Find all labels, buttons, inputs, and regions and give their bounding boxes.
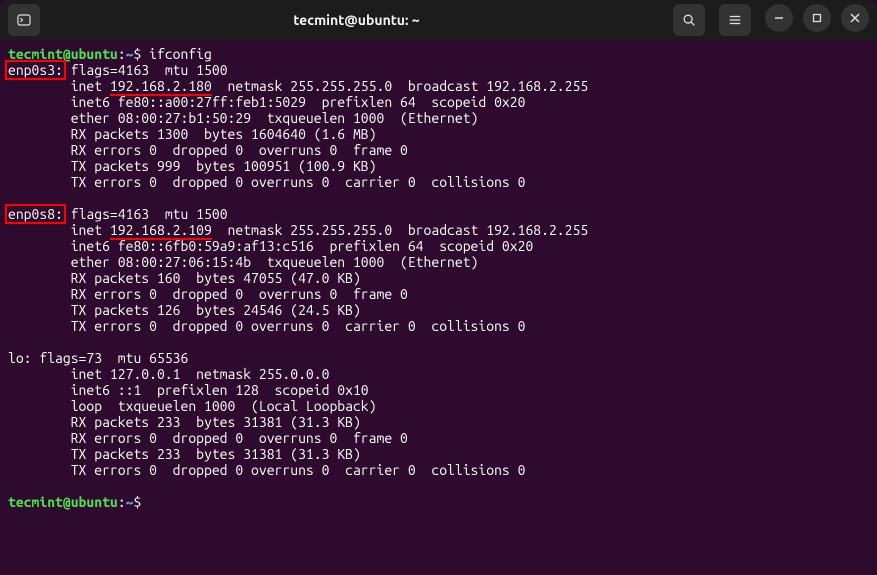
hamburger-icon <box>728 13 742 27</box>
maximize-button[interactable] <box>803 4 831 32</box>
titlebar: tecmint@ubuntu: ~ <box>0 0 877 40</box>
terminal-content[interactable]: tecmint@ubuntu:~$ ifconfig enp0s3: flags… <box>0 40 877 575</box>
close-icon <box>850 13 860 23</box>
menu-button[interactable] <box>719 4 751 36</box>
terminal-tab-icon <box>16 12 32 28</box>
titlebar-left <box>8 4 40 36</box>
window-title: tecmint@ubuntu: ~ <box>40 12 673 28</box>
new-tab-button[interactable] <box>8 4 40 36</box>
close-button[interactable] <box>841 4 869 32</box>
titlebar-right <box>673 4 869 36</box>
maximize-icon <box>812 13 822 23</box>
search-icon <box>682 13 696 27</box>
minimize-button[interactable] <box>765 4 793 32</box>
minimize-icon <box>774 13 784 23</box>
search-button[interactable] <box>673 4 705 36</box>
